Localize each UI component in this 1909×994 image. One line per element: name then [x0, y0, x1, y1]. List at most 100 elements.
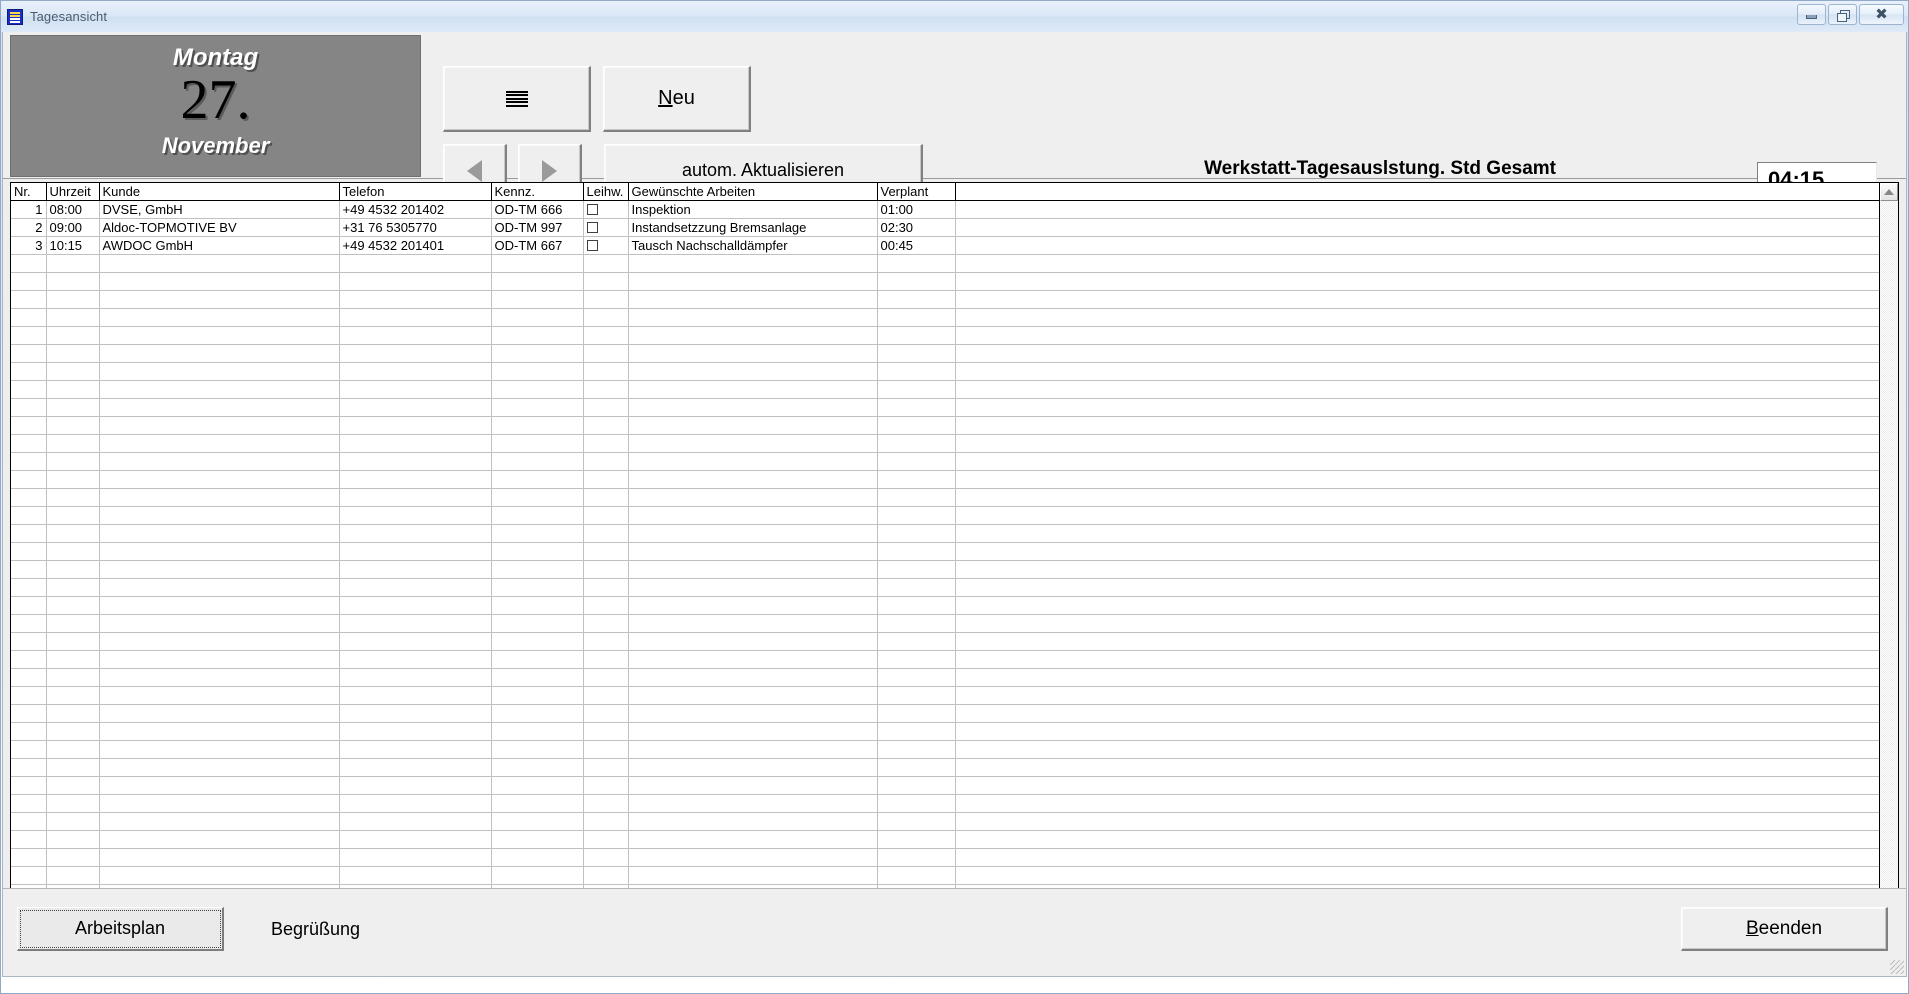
cell-empty[interactable] — [11, 272, 47, 291]
cell-empty[interactable] — [491, 470, 584, 489]
cell-leihw[interactable] — [583, 200, 629, 219]
cell-empty[interactable] — [583, 488, 629, 507]
column-header-leihw[interactable]: Leihw. — [583, 183, 629, 201]
cell-uhrzeit[interactable]: 10:15 — [46, 236, 100, 255]
cell-empty[interactable] — [99, 776, 340, 795]
column-header-arbeiten[interactable]: Gewünschte Arbeiten — [628, 183, 878, 201]
cell-empty[interactable] — [955, 668, 1880, 687]
cell-empty[interactable] — [491, 722, 584, 741]
cell-empty[interactable] — [955, 290, 1880, 309]
cell-empty[interactable] — [877, 758, 956, 777]
cell-empty[interactable] — [628, 596, 878, 615]
table-row-empty[interactable] — [11, 866, 1880, 885]
cell-empty[interactable] — [491, 578, 584, 597]
cell-kennz[interactable]: OD-TM 997 — [491, 218, 584, 237]
cell-verplant[interactable]: 01:00 — [877, 200, 956, 219]
cell-empty[interactable] — [877, 614, 956, 633]
table-row-empty[interactable] — [11, 272, 1880, 291]
table-row[interactable]: 1 08:00 DVSE, GmbH +49 4532 201402 OD-TM 666… — [11, 200, 1880, 219]
cell-empty[interactable] — [99, 830, 340, 849]
cell-empty[interactable] — [339, 812, 492, 831]
cell-arbeiten[interactable]: Instandsetzzung Bremsanlage — [628, 218, 878, 237]
cell-empty[interactable] — [11, 344, 47, 363]
cell-empty[interactable] — [955, 344, 1880, 363]
cell-empty[interactable] — [628, 812, 878, 831]
cell-empty[interactable] — [339, 380, 492, 399]
column-header-kennz[interactable]: Kennz. — [491, 183, 584, 201]
cell-empty[interactable] — [955, 560, 1880, 579]
cell-empty[interactable] — [491, 758, 584, 777]
cell-empty[interactable] — [583, 272, 629, 291]
cell-empty[interactable] — [583, 776, 629, 795]
cell-empty[interactable] — [491, 488, 584, 507]
cell-empty[interactable] — [877, 470, 956, 489]
table-row-empty[interactable] — [11, 560, 1880, 579]
cell-empty[interactable] — [628, 794, 878, 813]
table-row-empty[interactable] — [11, 596, 1880, 615]
cell-empty[interactable] — [628, 686, 878, 705]
cell-empty[interactable] — [46, 380, 100, 399]
cell-empty[interactable] — [955, 632, 1880, 651]
table-row-empty[interactable] — [11, 470, 1880, 489]
cell-empty[interactable] — [11, 254, 47, 273]
table-row-empty[interactable] — [11, 704, 1880, 723]
cell-empty[interactable] — [99, 812, 340, 831]
cell-empty[interactable] — [99, 686, 340, 705]
title-bar[interactable]: Tagesansicht ✖ — [1, 1, 1908, 32]
cell-empty[interactable] — [877, 812, 956, 831]
cell-empty[interactable] — [955, 416, 1880, 435]
cell-empty[interactable] — [955, 848, 1880, 867]
cell-empty[interactable] — [99, 470, 340, 489]
cell-empty[interactable] — [628, 326, 878, 345]
cell-empty[interactable] — [11, 506, 47, 525]
cell-empty[interactable] — [11, 740, 47, 759]
cell-empty[interactable] — [11, 830, 47, 849]
cell-empty[interactable] — [491, 344, 584, 363]
cell-empty[interactable] — [99, 560, 340, 579]
cell-empty[interactable] — [491, 560, 584, 579]
cell-empty[interactable] — [11, 650, 47, 669]
cell-empty[interactable] — [583, 614, 629, 633]
cell-empty[interactable] — [339, 398, 492, 417]
cell-empty[interactable] — [955, 812, 1880, 831]
cell-kunde[interactable]: DVSE, GmbH — [99, 200, 340, 219]
cell-empty[interactable] — [46, 830, 100, 849]
cell-empty[interactable] — [583, 632, 629, 651]
table-row-empty[interactable] — [11, 650, 1880, 669]
cell-arbeiten[interactable]: Tausch Nachschalldämpfer — [628, 236, 878, 255]
cell-leihw[interactable] — [583, 218, 629, 237]
cell-empty[interactable] — [11, 866, 47, 885]
table-row-empty[interactable] — [11, 452, 1880, 471]
cell-empty[interactable] — [628, 578, 878, 597]
table-row-empty[interactable] — [11, 344, 1880, 363]
cell-empty[interactable] — [877, 452, 956, 471]
cell-empty[interactable] — [99, 848, 340, 867]
table-row-empty[interactable] — [11, 722, 1880, 741]
cell-empty[interactable] — [46, 704, 100, 723]
checkbox-leihw[interactable] — [586, 240, 598, 251]
cell-empty[interactable] — [339, 434, 492, 453]
cell-empty[interactable] — [877, 416, 956, 435]
table-row-empty[interactable] — [11, 848, 1880, 867]
cell-empty[interactable] — [46, 614, 100, 633]
cell-spacer[interactable] — [955, 200, 1880, 219]
cell-empty[interactable] — [583, 416, 629, 435]
table-row-empty[interactable] — [11, 740, 1880, 759]
cell-empty[interactable] — [583, 794, 629, 813]
cell-empty[interactable] — [491, 776, 584, 795]
cell-empty[interactable] — [339, 650, 492, 669]
table-row-empty[interactable] — [11, 794, 1880, 813]
cell-empty[interactable] — [339, 470, 492, 489]
cell-empty[interactable] — [339, 506, 492, 525]
table-row-empty[interactable] — [11, 254, 1880, 273]
cell-empty[interactable] — [877, 704, 956, 723]
cell-empty[interactable] — [491, 272, 584, 291]
cell-empty[interactable] — [46, 596, 100, 615]
cell-verplant[interactable]: 00:45 — [877, 236, 956, 255]
cell-empty[interactable] — [877, 830, 956, 849]
cell-empty[interactable] — [46, 812, 100, 831]
cell-empty[interactable] — [628, 830, 878, 849]
checkbox-leihw[interactable] — [586, 204, 598, 215]
cell-empty[interactable] — [877, 524, 956, 543]
cell-empty[interactable] — [491, 362, 584, 381]
